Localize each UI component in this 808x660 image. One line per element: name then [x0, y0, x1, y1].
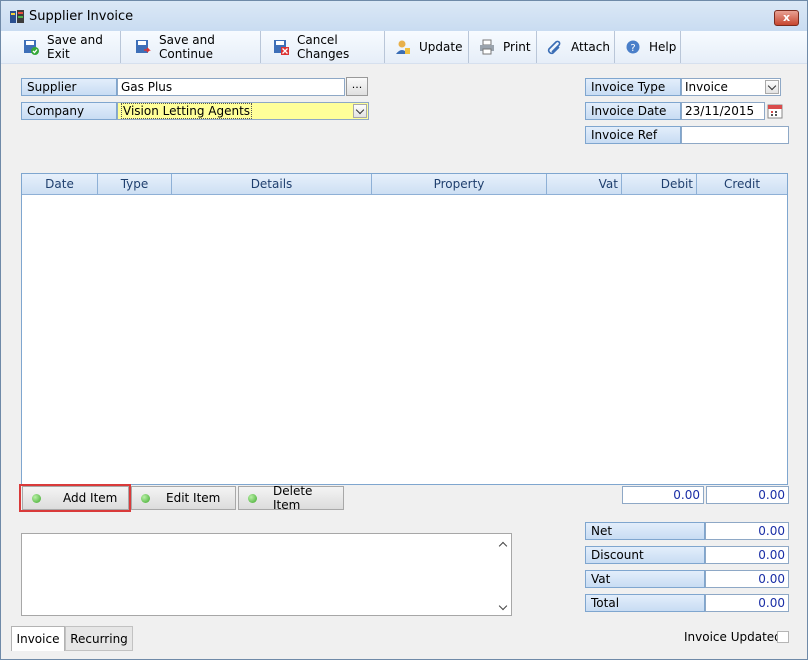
toolbar: Save and Exit Save and Continue Cancel C…: [1, 31, 807, 64]
attach-label: Attach: [571, 40, 610, 54]
invoice-ref-field[interactable]: [681, 126, 789, 144]
column-header-type[interactable]: Type: [98, 174, 172, 194]
save-and-continue-button[interactable]: Save and Continue: [127, 31, 261, 63]
save-check-icon: [24, 40, 39, 55]
column-header-debit[interactable]: Debit: [622, 174, 697, 194]
paperclip-icon: [547, 40, 561, 55]
supplier-invoice-window: Supplier Invoice x Save and Exit Save an…: [0, 0, 808, 660]
column-header-details[interactable]: Details: [172, 174, 372, 194]
cancel-changes-label: Cancel Changes: [297, 33, 350, 61]
invoice-type-label: Invoice Type: [585, 78, 681, 96]
delete-item-button[interactable]: Delete Item: [238, 484, 344, 512]
user-update-icon: [396, 40, 410, 54]
delete-item-label: Delete Item: [273, 484, 313, 512]
chevron-down-icon[interactable]: [765, 80, 779, 94]
invoice-type-select[interactable]: Invoice: [681, 78, 781, 96]
grid-header: Date Type Details Property Vat Debit Cre…: [22, 174, 787, 195]
vat-label: Vat: [585, 570, 705, 588]
save-and-exit-label: Save and Exit: [47, 33, 103, 61]
app-window-icon: [10, 10, 24, 23]
update-button[interactable]: Update: [387, 31, 469, 63]
attach-button[interactable]: Attach: [539, 31, 615, 63]
column-header-credit[interactable]: Credit: [697, 174, 787, 194]
company-select-value: Vision Letting Agents: [121, 103, 253, 119]
chevron-down-icon[interactable]: [353, 104, 367, 118]
title-bar: Supplier Invoice x: [1, 1, 807, 31]
discount-value[interactable]: 0.00: [705, 546, 789, 564]
save-arrow-icon: [136, 40, 151, 53]
green-dot-icon: [248, 493, 257, 503]
scroll-down-icon[interactable]: [499, 604, 508, 610]
column-header-property[interactable]: Property: [372, 174, 547, 194]
vat-value: 0.00: [705, 570, 789, 588]
window-title: Supplier Invoice: [29, 9, 134, 24]
invoice-items-grid[interactable]: Date Type Details Property Vat Debit Cre…: [21, 173, 788, 485]
supplier-label: Supplier: [21, 78, 117, 96]
selection-highlight: [19, 484, 131, 512]
total-value: 0.00: [705, 594, 789, 612]
scroll-up-icon[interactable]: [499, 540, 508, 546]
help-question-icon: ?: [626, 40, 640, 54]
tab-invoice[interactable]: Invoice: [11, 626, 65, 651]
total-label: Total: [585, 594, 705, 612]
credit-total: 0.00: [706, 486, 789, 504]
supplier-browse-button[interactable]: ...: [346, 77, 368, 96]
save-and-exit-button[interactable]: Save and Exit: [15, 31, 121, 63]
net-value: 0.00: [705, 522, 789, 540]
edit-item-button[interactable]: Edit Item: [131, 486, 236, 510]
invoice-type-value: Invoice: [685, 80, 728, 94]
invoice-updated-checkbox[interactable]: [777, 631, 789, 643]
net-label: Net: [585, 522, 705, 540]
close-button[interactable]: x: [774, 10, 799, 26]
edit-item-label: Edit Item: [166, 491, 221, 505]
help-button[interactable]: ? Help: [617, 31, 681, 63]
print-label: Print: [503, 40, 531, 54]
invoice-updated-label: Invoice Updated: [684, 630, 782, 644]
company-label: Company: [21, 102, 117, 120]
help-label: Help: [649, 40, 677, 54]
debit-total: 0.00: [622, 486, 704, 504]
printer-icon: [480, 39, 494, 55]
update-label: Update: [419, 40, 463, 54]
invoice-date-label: Invoice Date: [585, 102, 681, 120]
invoice-date-field[interactable]: 23/11/2015: [681, 102, 765, 120]
company-select[interactable]: Vision Letting Agents: [117, 102, 369, 120]
column-header-vat[interactable]: Vat: [547, 174, 622, 194]
invoice-ref-label: Invoice Ref: [585, 126, 681, 144]
print-button[interactable]: Print: [471, 31, 537, 63]
tab-recurring[interactable]: Recurring: [65, 626, 133, 651]
svg-text:?: ?: [630, 43, 635, 54]
save-and-continue-label: Save and Continue: [159, 33, 215, 61]
column-header-date[interactable]: Date: [22, 174, 98, 194]
green-dot-icon: [141, 493, 150, 503]
cancel-x-icon: [274, 40, 289, 55]
discount-label: Discount: [585, 546, 705, 564]
notes-textarea[interactable]: [21, 533, 512, 616]
cancel-changes-button[interactable]: Cancel Changes: [265, 31, 385, 63]
calendar-icon[interactable]: [767, 103, 783, 119]
supplier-field[interactable]: Gas Plus: [117, 78, 345, 96]
